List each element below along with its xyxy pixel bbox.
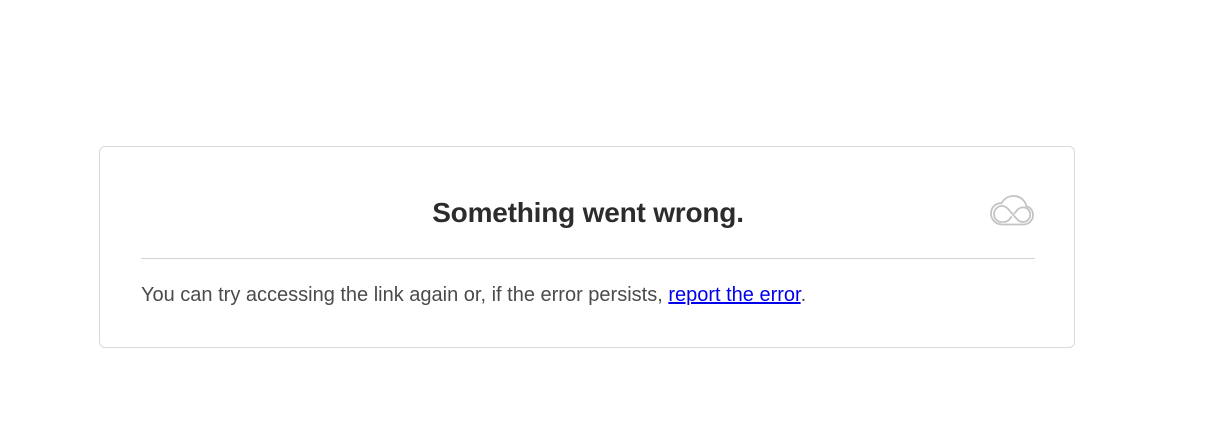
error-message-end: . <box>800 284 807 306</box>
card-header: Something went wrong. <box>141 147 1035 259</box>
error-card: Something went wrong. You can try access… <box>99 146 1075 348</box>
creative-cloud-icon <box>989 194 1035 228</box>
error-title: Something went wrong. <box>432 197 744 228</box>
report-error-link[interactable]: report the error <box>668 284 800 306</box>
error-message-text: You can try accessing the link again or,… <box>141 284 669 306</box>
error-message: You can try accessing the link again or,… <box>141 281 1035 309</box>
